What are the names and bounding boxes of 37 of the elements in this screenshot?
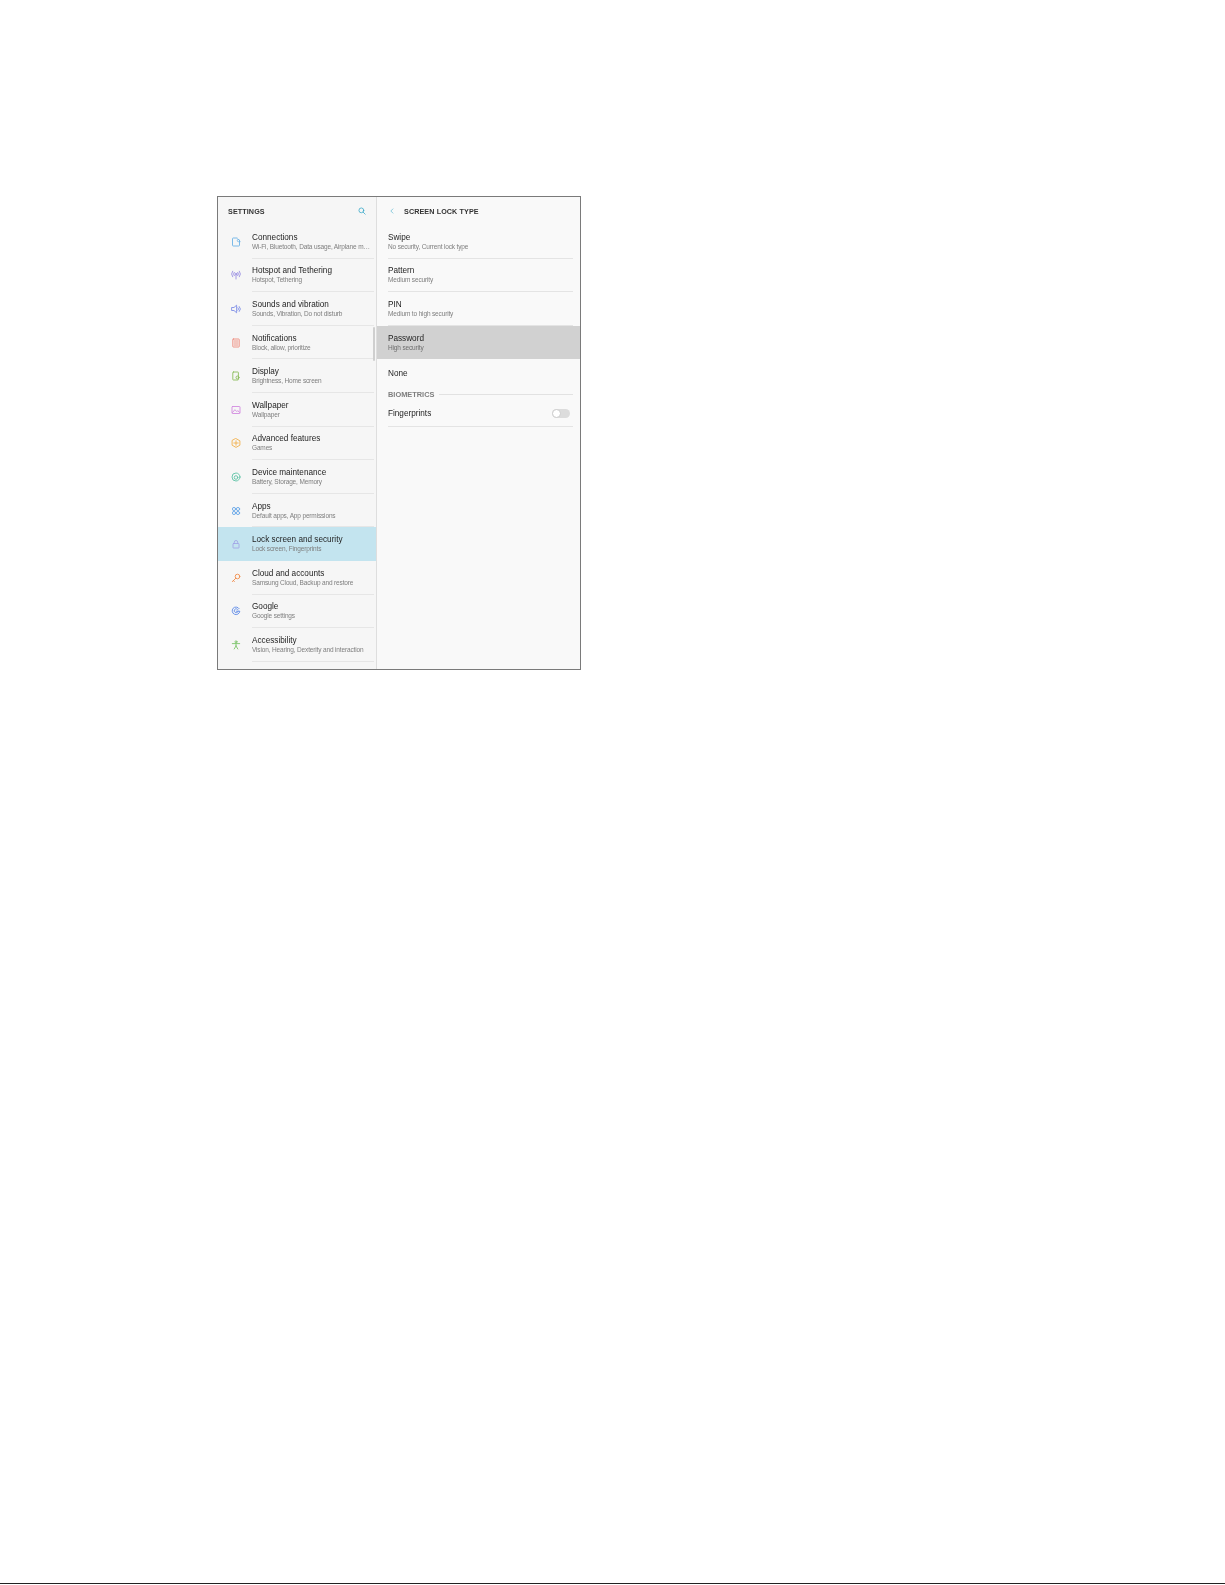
hexagon-plus-icon xyxy=(231,438,241,449)
item-title: Fingerprints xyxy=(388,408,432,420)
g-icon xyxy=(231,606,241,617)
item-title: Google xyxy=(252,601,279,613)
four-circles-icon xyxy=(231,505,241,516)
ring-icon xyxy=(231,471,241,482)
item-title: Pattern xyxy=(388,265,415,277)
speaker-icon xyxy=(231,304,241,314)
item-title: Notifications xyxy=(252,332,297,344)
item-title: Apps xyxy=(252,500,271,512)
key-icon xyxy=(231,572,241,583)
image-icon xyxy=(231,404,241,415)
item-title: PIN xyxy=(388,299,402,310)
item-title: Lock screen and security xyxy=(252,534,343,546)
antenna-icon xyxy=(231,270,241,281)
search-icon[interactable] xyxy=(358,207,366,215)
item-title: Password xyxy=(388,332,424,344)
toggle-switch[interactable] xyxy=(552,409,570,419)
item-title: Cloud and accounts xyxy=(252,567,325,579)
item-title: Display xyxy=(252,366,279,378)
item-title: Hotspot and Tethering xyxy=(252,265,332,277)
item-title: Device maintenance xyxy=(252,466,327,478)
back-icon[interactable] xyxy=(389,207,395,215)
phone-icon xyxy=(231,371,241,382)
item-title: Swipe xyxy=(388,231,411,243)
item-title: Connections xyxy=(252,231,298,243)
person-icon xyxy=(231,639,241,650)
item-title: Sounds and vibration xyxy=(252,299,329,310)
list-icon xyxy=(231,337,241,348)
item-title: None xyxy=(388,367,408,379)
item-title: Wallpaper xyxy=(252,399,289,411)
document-icon xyxy=(231,236,241,247)
item-title: Advanced features xyxy=(252,433,321,445)
settings-toggle-item[interactable]: Fingerprints xyxy=(377,401,580,428)
lock-icon xyxy=(231,539,241,550)
lock-type-option[interactable]: None xyxy=(377,359,580,388)
item-title: Accessibility xyxy=(252,634,297,646)
